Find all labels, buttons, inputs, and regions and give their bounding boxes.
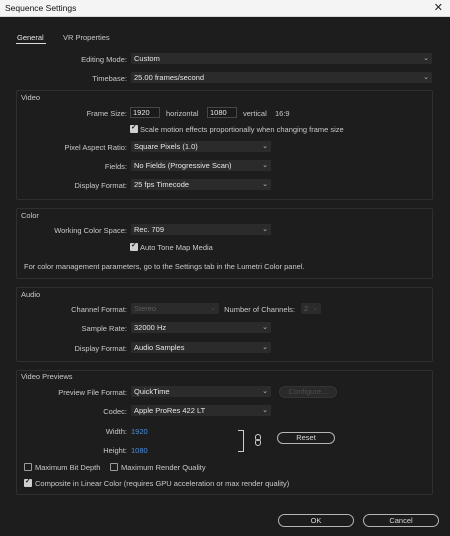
timebase-dropdown[interactable]: 25.00 frames/second ⌄ bbox=[131, 72, 432, 83]
fields-dropdown[interactable]: No Fields (Progressive Scan) ⌄ bbox=[131, 160, 271, 171]
max-render-quality-label: Maximum Render Quality bbox=[121, 463, 206, 472]
chevron-down-icon: ⌄ bbox=[262, 143, 268, 150]
preview-height-label: Height: bbox=[103, 446, 127, 455]
cancel-button[interactable]: Cancel bbox=[363, 514, 439, 527]
scale-motion-label: Scale motion effects proportionally when… bbox=[140, 125, 344, 134]
video-display-format-value: 25 fps Timecode bbox=[134, 180, 190, 189]
color-section-title: Color bbox=[21, 211, 39, 220]
window-title: Sequence Settings bbox=[5, 3, 77, 13]
audio-display-format-label: Display Format: bbox=[74, 344, 127, 353]
audio-display-format-dropdown[interactable]: Audio Samples ⌄ bbox=[131, 342, 271, 353]
chevron-down-icon: ⌄ bbox=[262, 226, 268, 233]
channel-format-label: Channel Format: bbox=[71, 305, 127, 314]
preview-height-value[interactable]: 1080 bbox=[131, 446, 148, 455]
timebase-label: Timebase: bbox=[92, 74, 127, 83]
working-color-space-dropdown[interactable]: Rec. 709 ⌄ bbox=[131, 224, 271, 235]
aspect-ratio-text: 16:9 bbox=[275, 109, 290, 118]
close-icon[interactable]: ✕ bbox=[434, 1, 443, 15]
editing-mode-dropdown[interactable]: Custom ⌄ bbox=[131, 53, 432, 64]
scale-motion-checkbox[interactable] bbox=[130, 123, 138, 133]
frame-size-label: Frame Size: bbox=[86, 109, 127, 118]
chevron-down-icon: ⌄ bbox=[262, 181, 268, 188]
chevron-down-icon: ⌄ bbox=[262, 344, 268, 351]
reset-button[interactable]: Reset bbox=[277, 432, 335, 444]
horizontal-label: horizontal bbox=[166, 109, 199, 118]
fields-label: Fields: bbox=[104, 162, 127, 171]
ok-button[interactable]: OK bbox=[278, 514, 354, 527]
max-bit-depth-checkbox[interactable] bbox=[24, 463, 32, 471]
tab-general-underline bbox=[16, 43, 46, 44]
chain-link-icon[interactable] bbox=[254, 434, 262, 446]
chevron-down-icon: ⌄ bbox=[210, 305, 216, 312]
tab-general[interactable]: General bbox=[17, 33, 44, 42]
composite-linear-label: Composite in Linear Color (requires GPU … bbox=[35, 479, 290, 488]
tab-vr-properties[interactable]: VR Properties bbox=[63, 33, 110, 42]
timebase-value: 25.00 frames/second bbox=[134, 73, 205, 82]
number-of-channels-dropdown: 2 ⌄ bbox=[301, 303, 321, 314]
number-of-channels-label: Number of Channels: bbox=[224, 305, 295, 314]
fields-value: No Fields (Progressive Scan) bbox=[134, 161, 232, 170]
composite-linear-checkbox[interactable] bbox=[24, 477, 32, 487]
color-note-text: For color management parameters, go to t… bbox=[24, 262, 305, 271]
title-bar: Sequence Settings ✕ bbox=[0, 0, 450, 17]
chevron-down-icon: ⌄ bbox=[262, 388, 268, 395]
configure-button: Configure... bbox=[279, 386, 337, 398]
channel-format-dropdown: Stereo ⌄ bbox=[131, 303, 219, 314]
codec-dropdown[interactable]: Apple ProRes 422 LT ⌄ bbox=[131, 405, 271, 416]
sample-rate-dropdown[interactable]: 32000 Hz ⌄ bbox=[131, 322, 271, 333]
sample-rate-value: 32000 Hz bbox=[134, 323, 167, 332]
editing-mode-value: Custom bbox=[134, 54, 160, 63]
video-previews-title: Video Previews bbox=[21, 372, 73, 381]
max-bit-depth-label: Maximum Bit Depth bbox=[35, 463, 101, 472]
aspect-link-bracket bbox=[238, 430, 244, 452]
chevron-down-icon: ⌄ bbox=[262, 162, 268, 169]
codec-value: Apple ProRes 422 LT bbox=[134, 406, 206, 415]
video-display-format-label: Display Format: bbox=[74, 181, 127, 190]
number-of-channels-value: 2 bbox=[304, 304, 309, 313]
pixel-aspect-dropdown[interactable]: Square Pixels (1.0) ⌄ bbox=[131, 141, 271, 152]
chevron-down-icon: ⌄ bbox=[262, 324, 268, 331]
pixel-aspect-value: Square Pixels (1.0) bbox=[134, 142, 198, 151]
channel-format-value: Stereo bbox=[134, 304, 157, 313]
frame-height-input[interactable]: 1080 bbox=[207, 107, 237, 118]
chevron-down-icon: ⌄ bbox=[312, 305, 318, 312]
frame-width-input[interactable]: 1920 bbox=[130, 107, 160, 118]
chevron-down-icon: ⌄ bbox=[262, 407, 268, 414]
video-display-format-dropdown[interactable]: 25 fps Timecode ⌄ bbox=[131, 179, 271, 190]
auto-tone-map-checkbox[interactable] bbox=[130, 241, 138, 251]
codec-label: Codec: bbox=[103, 407, 127, 416]
vertical-label: vertical bbox=[243, 109, 267, 118]
audio-display-format-value: Audio Samples bbox=[134, 343, 185, 352]
preview-width-value[interactable]: 1920 bbox=[131, 427, 148, 436]
preview-format-value: QuickTime bbox=[134, 387, 170, 396]
preview-format-dropdown[interactable]: QuickTime ⌄ bbox=[131, 386, 271, 397]
pixel-aspect-label: Pixel Aspect Ratio: bbox=[64, 143, 127, 152]
auto-tone-map-label: Auto Tone Map Media bbox=[140, 243, 213, 252]
preview-format-label: Preview File Format: bbox=[58, 388, 127, 397]
video-section-title: Video bbox=[21, 93, 41, 102]
preview-width-label: Width: bbox=[105, 427, 127, 436]
chevron-down-icon: ⌄ bbox=[423, 74, 429, 81]
chevron-down-icon: ⌄ bbox=[423, 55, 429, 62]
sample-rate-label: Sample Rate: bbox=[81, 324, 127, 333]
max-render-quality-checkbox[interactable] bbox=[110, 463, 118, 471]
working-color-space-value: Rec. 709 bbox=[134, 225, 165, 234]
working-color-space-label: Working Color Space: bbox=[54, 226, 127, 235]
editing-mode-label: Editing Mode: bbox=[81, 55, 127, 64]
audio-section-title: Audio bbox=[21, 290, 41, 299]
